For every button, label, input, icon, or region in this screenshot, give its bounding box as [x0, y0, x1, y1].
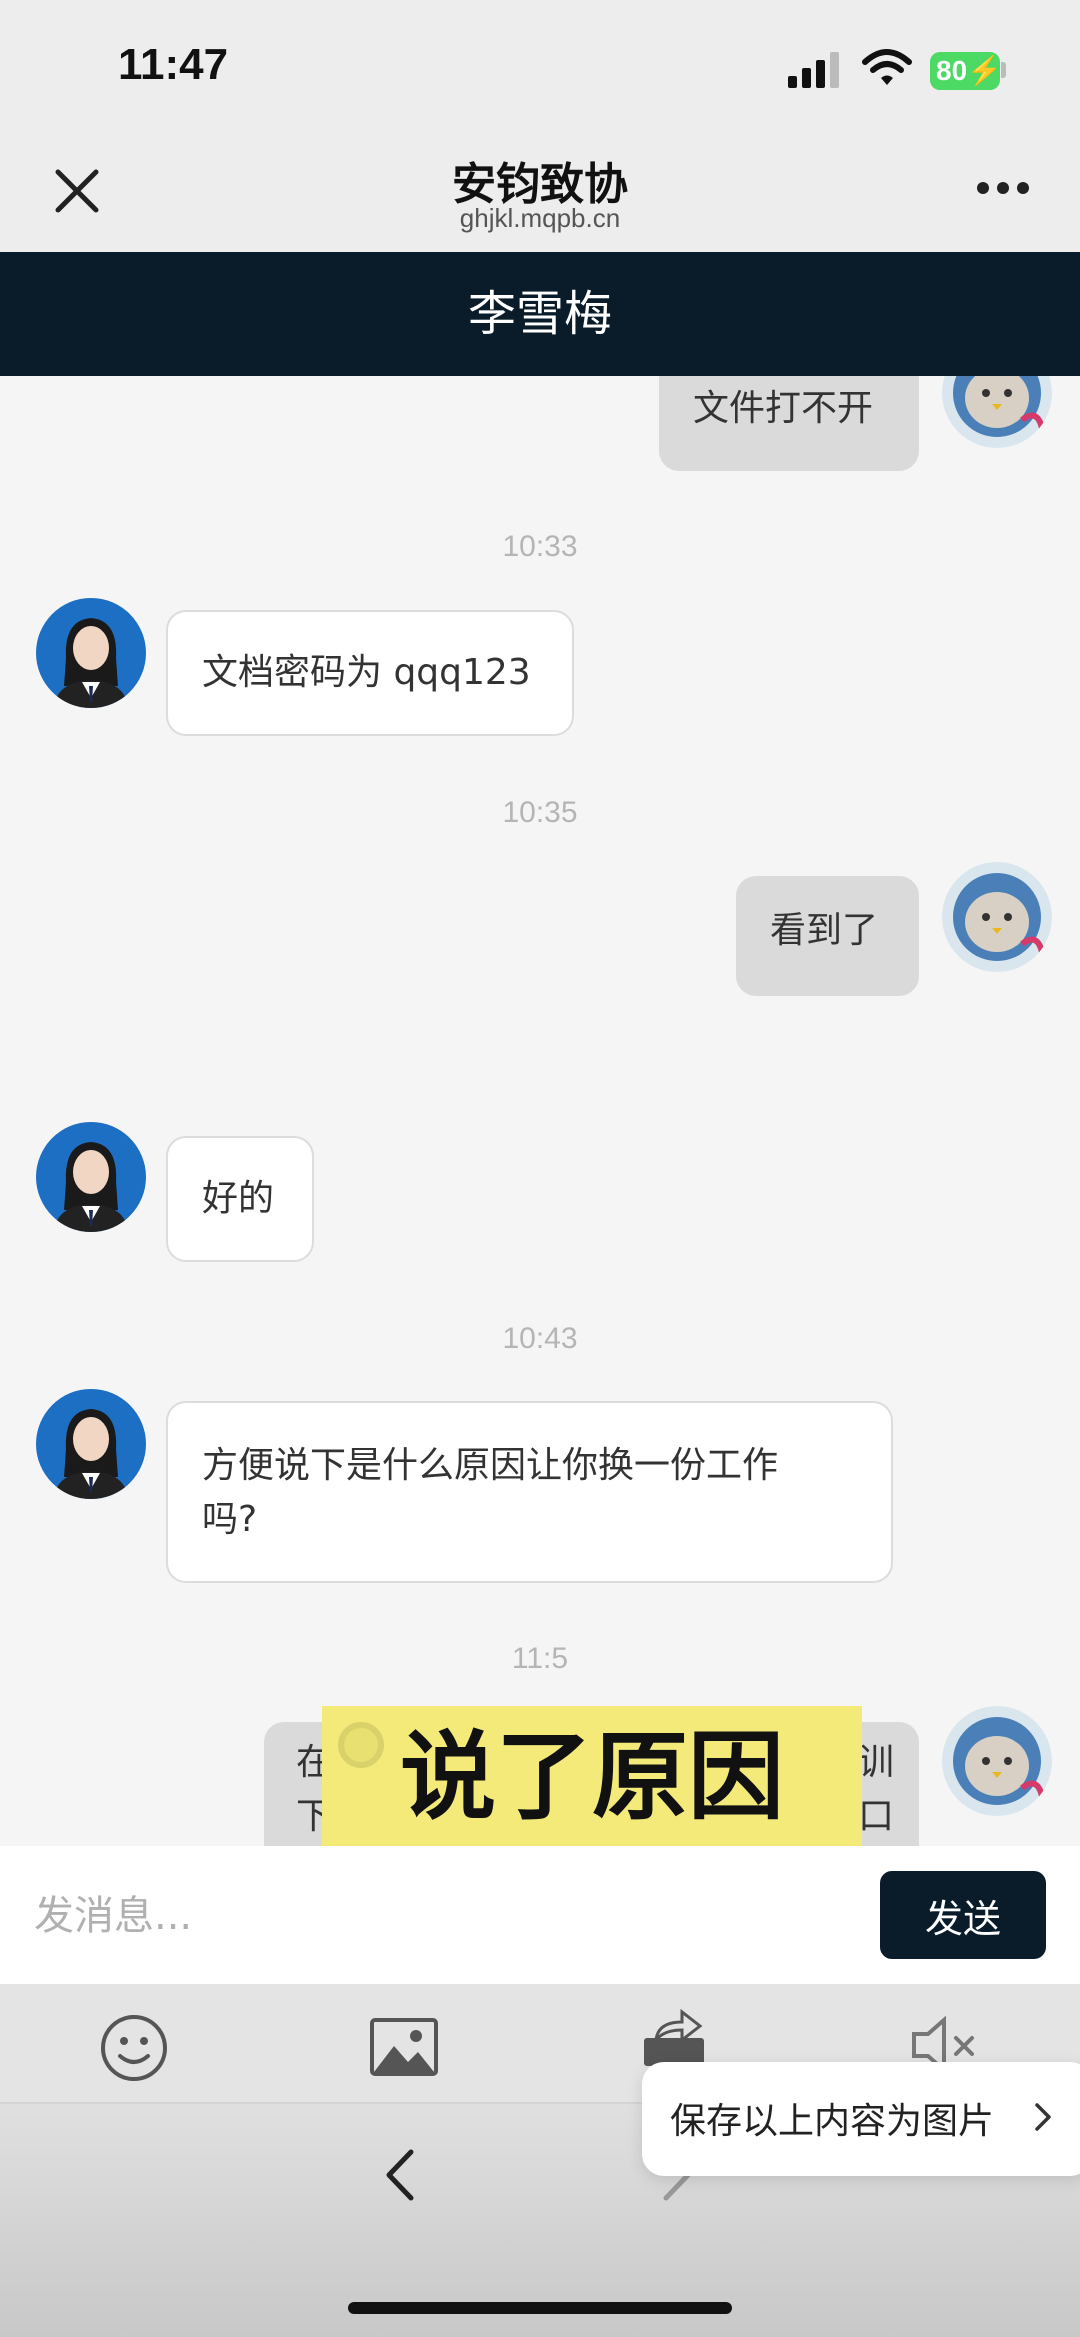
contact-avatar[interactable] — [36, 598, 146, 708]
user-avatar[interactable] — [942, 376, 1052, 448]
wifi-icon — [862, 49, 912, 85]
chat-area[interactable]: 文件打不开 10:33 文档密码为 qqq123 10:35 看到了 好的 10… — [0, 376, 1080, 1846]
message-bubble-incoming: 方便说下是什么原因让你换一份工作 吗? — [166, 1401, 893, 1583]
send-button[interactable]: 发送 — [880, 1871, 1046, 1959]
battery-cap — [1001, 62, 1006, 78]
timestamp: 10:33 — [502, 530, 578, 563]
message-bubble-outgoing: 看到了 — [736, 876, 919, 996]
battery-level: 80 — [936, 55, 968, 86]
status-time: 11:47 — [118, 40, 229, 89]
image-icon[interactable] — [370, 2018, 438, 2076]
message-bubble-incoming: 文档密码为 qqq123 — [166, 610, 574, 736]
message-text-line: 方便说下是什么原因让你换一份工作 — [202, 1445, 779, 1486]
message-text: 文档密码为 qqq123 — [202, 652, 531, 693]
message-text-fragment: 口 — [858, 1796, 895, 1837]
chevron-right-icon[interactable] — [1034, 2102, 1052, 2132]
battery-indicator: 80⚡ — [930, 52, 1003, 90]
message-text: 好的 — [202, 1178, 275, 1219]
user-avatar[interactable] — [942, 862, 1052, 972]
timestamp: 10:35 — [502, 796, 578, 829]
emoji-icon[interactable] — [98, 2012, 170, 2084]
signal-icon — [788, 52, 839, 88]
caption-dot-icon — [338, 1722, 384, 1768]
timestamp: 10:43 — [502, 1322, 578, 1355]
page-url: ghjkl.mqpb.cn — [459, 203, 621, 233]
back-arrow-icon[interactable] — [383, 2148, 415, 2202]
contact-avatar[interactable] — [36, 1389, 146, 1499]
more-icon[interactable] — [975, 180, 1031, 196]
contact-avatar[interactable] — [36, 1122, 146, 1232]
charging-icon: ⚡ — [967, 55, 1003, 86]
user-avatar[interactable] — [942, 1706, 1052, 1816]
message-text-line: 吗? — [202, 1499, 258, 1540]
message-input[interactable] — [34, 1880, 854, 1952]
message-text: 文件打不开 — [693, 388, 874, 429]
save-as-image-label[interactable]: 保存以上内容为图片 — [670, 2092, 994, 2144]
share-icon[interactable] — [640, 2008, 710, 2068]
message-bubble-incoming: 好的 — [166, 1136, 314, 1262]
home-indicator[interactable] — [348, 2302, 732, 2314]
message-text-fragment: 训 — [858, 1742, 895, 1783]
message-bubble-outgoing: 文件打不开 — [659, 376, 919, 471]
message-text: 看到了 — [770, 910, 879, 951]
contact-name: 李雪梅 — [467, 286, 612, 342]
overlay-caption: 说了原因 — [322, 1706, 862, 1848]
timestamp: 11:5 — [511, 1642, 569, 1675]
